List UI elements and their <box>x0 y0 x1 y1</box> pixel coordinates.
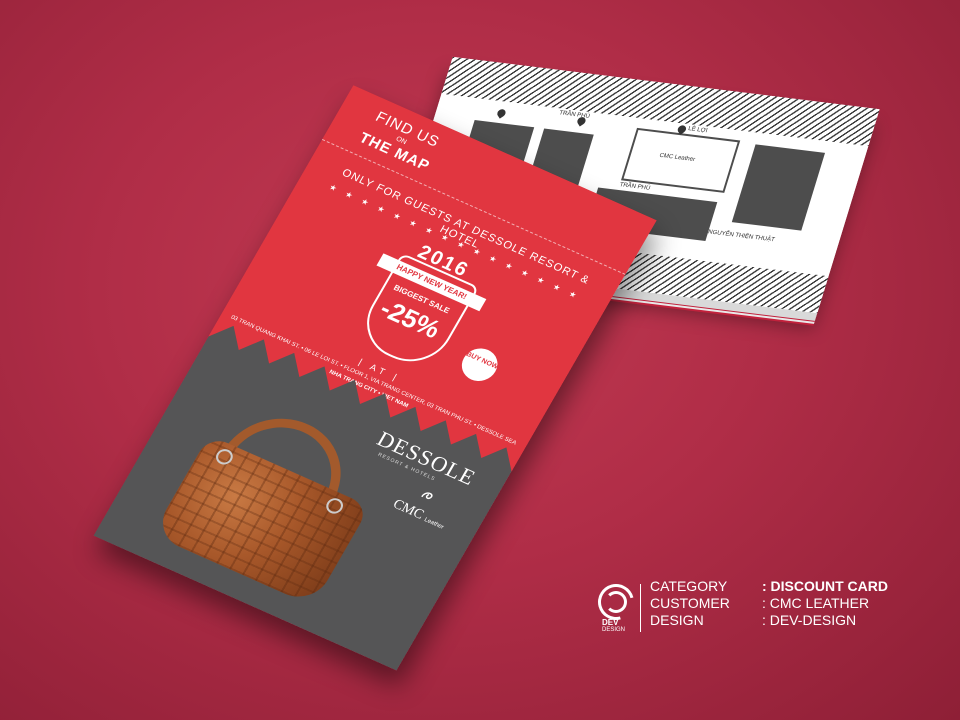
customer-value: : CMC LEATHER <box>762 595 870 611</box>
swirl-inner-icon <box>605 591 627 613</box>
info-values: : DISCOUNT CARD : CMC LEATHER : DEV-DESI… <box>762 578 888 629</box>
divider <box>640 584 641 632</box>
map-label: TRẦN PHÚ <box>558 110 591 120</box>
dev-logo-text: DEV <box>602 618 619 627</box>
map-building <box>731 144 826 231</box>
dev-logo-subtext: DESIGN <box>602 627 626 633</box>
category-value: : DISCOUNT CARD <box>762 578 888 594</box>
info-labels: CATEGORY CUSTOMER DESIGN <box>650 578 730 629</box>
design-label: DESIGN <box>650 612 704 628</box>
map-label: NGUYỄN THIỆN THUẬT <box>707 229 776 244</box>
design-value: : DEV-DESIGN <box>762 612 857 628</box>
map-pin-icon <box>495 107 508 119</box>
map-label: LÊ LỢI <box>687 126 709 135</box>
dev-design-logo: DEV DESIGN <box>591 577 641 642</box>
customer-label: CUSTOMER <box>650 595 730 611</box>
product-mockup-scene: TRẦN PHÚ LÊ LỢI CMC Leather TRẦN PHÚ NGU… <box>0 0 960 720</box>
category-label: CATEGORY <box>650 578 728 594</box>
